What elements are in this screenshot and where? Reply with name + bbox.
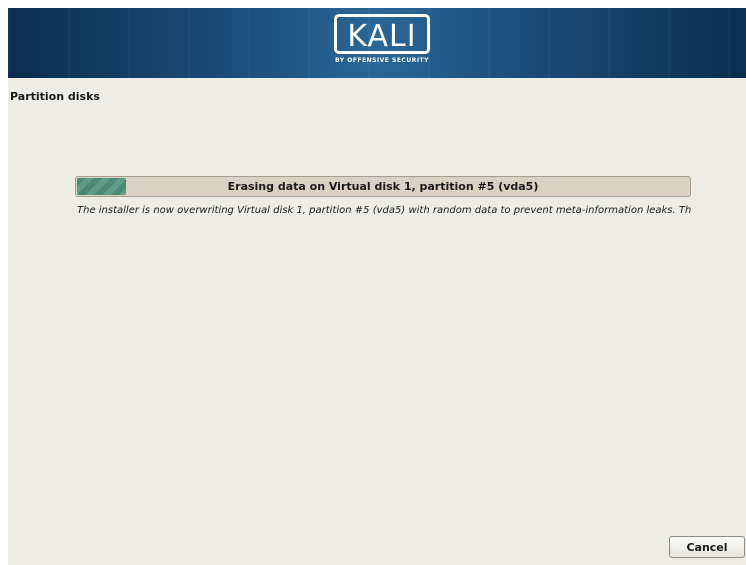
progress-label: Erasing data on Virtual disk 1, partitio… xyxy=(227,180,539,193)
kali-logo: KALI BY OFFENSIVE SECURITY xyxy=(330,14,434,76)
installer-window: KALI BY OFFENSIVE SECURITY Partition dis… xyxy=(8,8,746,565)
kali-logo-text: KALI xyxy=(334,14,430,54)
page-title: Partition disks xyxy=(10,90,100,103)
kali-logo-subtitle: BY OFFENSIVE SECURITY xyxy=(335,57,429,64)
cancel-button[interactable]: Cancel xyxy=(669,536,745,558)
kali-banner: KALI BY OFFENSIVE SECURITY xyxy=(8,8,746,78)
progress-bar: Erasing data on Virtual disk 1, partitio… xyxy=(75,176,691,197)
progress-description: The installer is now overwriting Virtual… xyxy=(77,205,691,216)
